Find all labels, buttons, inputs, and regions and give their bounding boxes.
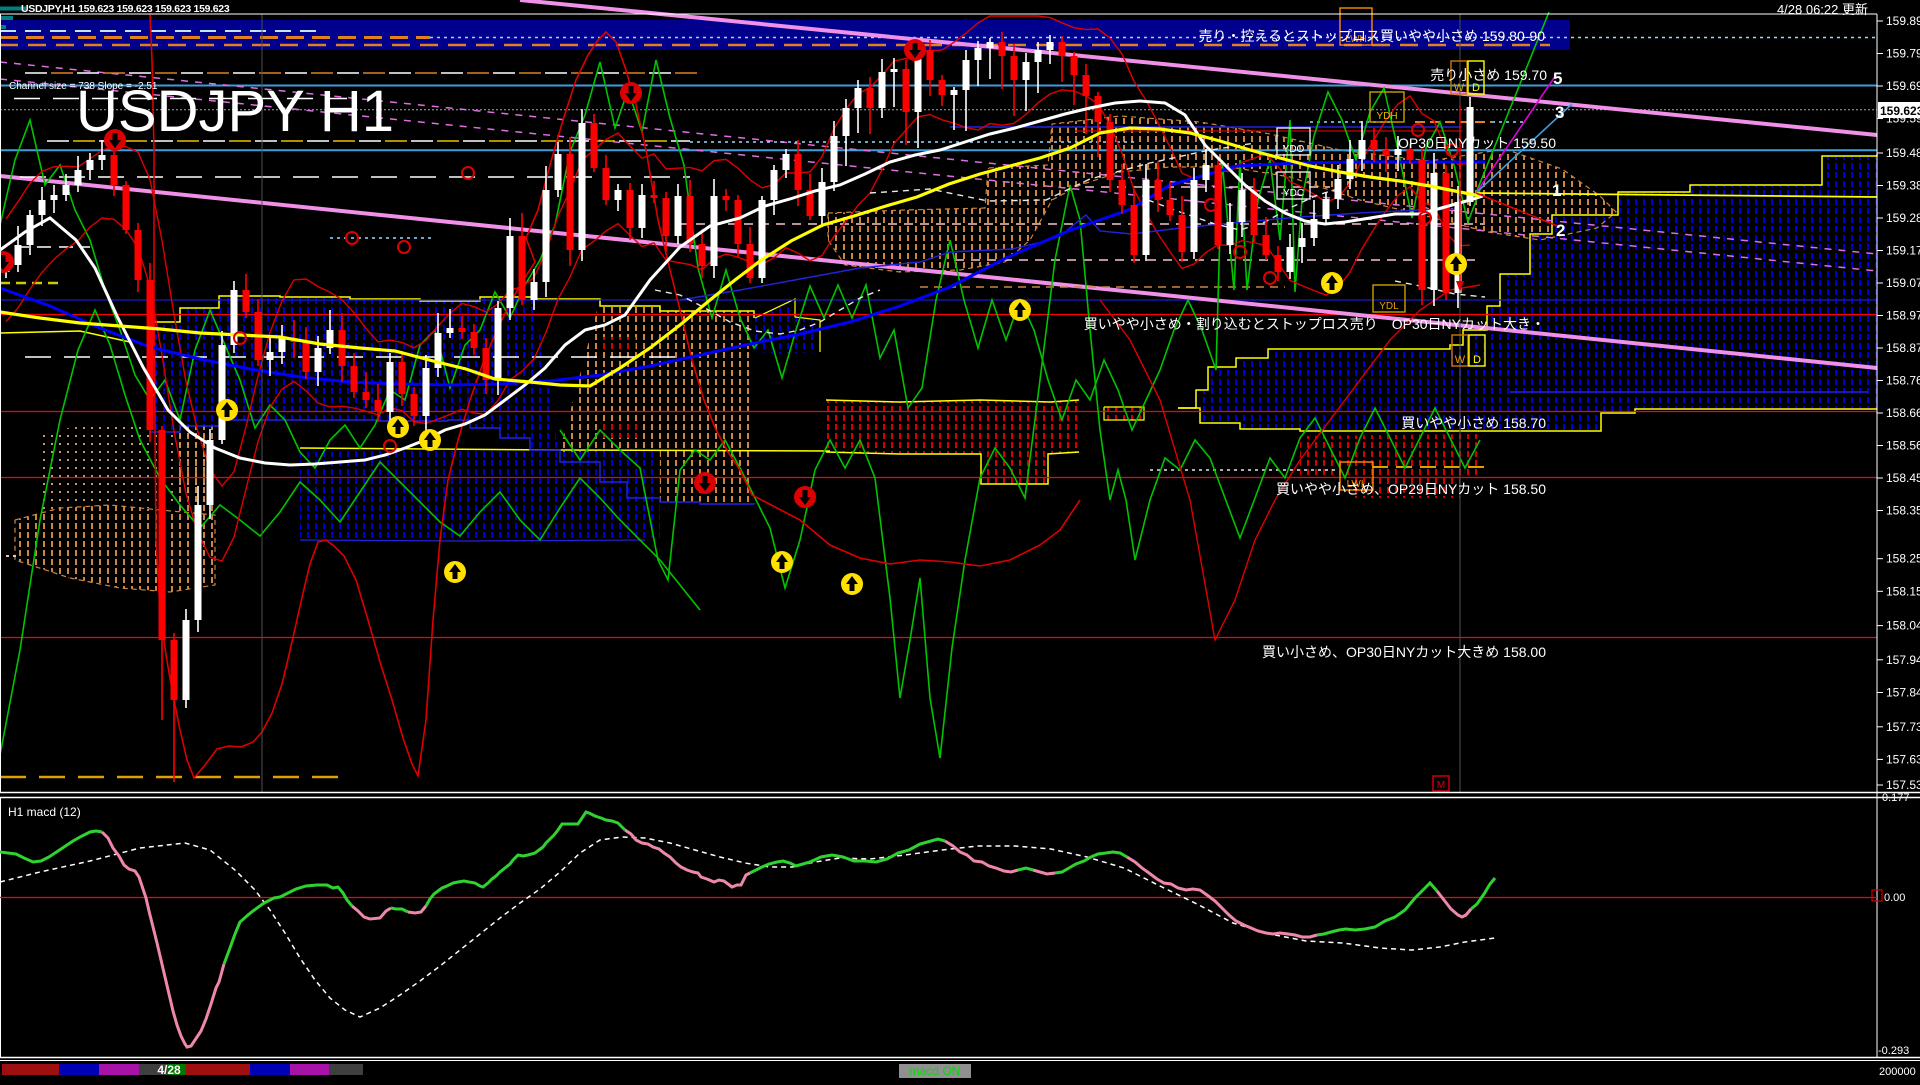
svg-text:158.870: 158.870 (1886, 341, 1920, 355)
svg-text:157.940: 157.940 (1886, 653, 1920, 667)
svg-text:159.623: 159.623 (1880, 104, 1920, 118)
svg-text:YDO: YDO (1283, 144, 1305, 155)
svg-text:YDH: YDH (1376, 111, 1397, 122)
svg-text:M: M (1437, 780, 1445, 791)
svg-text:買いやや小さめ・割り込むとストップロス売り OP30日NYカ: 買いやや小さめ・割り込むとストップロス売り OP30日NYカット大き・ (1084, 316, 1545, 332)
svg-text:5: 5 (1553, 69, 1562, 88)
svg-text:159.690: 159.690 (1886, 79, 1920, 93)
svg-text:0.00: 0.00 (1884, 892, 1905, 904)
svg-text:W: W (1455, 354, 1466, 366)
svg-text:158.045: 158.045 (1886, 619, 1920, 633)
svg-text:H1 macd (12): H1 macd (12) (8, 805, 81, 819)
svg-text:4/28 06:22 更新: 4/28 06:22 更新 (1777, 2, 1868, 17)
svg-text:YDL: YDL (1379, 301, 1399, 312)
svg-text:159.895: 159.895 (1886, 14, 1920, 28)
svg-text:159.280: 159.280 (1886, 211, 1920, 225)
svg-text:158.355: 158.355 (1886, 504, 1920, 518)
svg-text:159.485: 159.485 (1886, 146, 1920, 160)
svg-text:D: D (1472, 82, 1480, 94)
svg-text:macd ON: macd ON (910, 1064, 961, 1078)
svg-text:157.635: 157.635 (1886, 752, 1920, 766)
svg-text:YDC: YDC (1283, 188, 1304, 199)
svg-text:159.795: 159.795 (1886, 47, 1920, 61)
svg-text:158.560: 158.560 (1886, 439, 1920, 453)
svg-text:0.177: 0.177 (1882, 792, 1910, 804)
svg-text:売り小さめ 159.70: 売り小さめ 159.70 (1430, 67, 1547, 83)
svg-text:売り・控えるとストップロス買いやや小さめ 159.80-90: 売り・控えるとストップロス買いやや小さめ 159.80-90 (1198, 28, 1545, 44)
svg-text:200000: 200000 (1879, 1066, 1916, 1078)
svg-text:3: 3 (1555, 103, 1564, 122)
svg-text:157.530: 157.530 (1886, 778, 1920, 792)
svg-text:158.970: 158.970 (1886, 309, 1920, 323)
svg-text:159.075: 159.075 (1886, 276, 1920, 290)
svg-text:D: D (1473, 354, 1481, 366)
svg-text:Channel size = 738 Slope = -2.: Channel size = 738 Slope = -2.51 (9, 81, 158, 92)
svg-text:買い小さめ、OP30日NYカット大きめ 158.00: 買い小さめ、OP30日NYカット大きめ 158.00 (1262, 644, 1546, 660)
svg-text:158.765: 158.765 (1886, 374, 1920, 388)
svg-text:158.150: 158.150 (1886, 584, 1920, 598)
svg-text:157.840: 157.840 (1886, 686, 1920, 700)
svg-text:157.735: 157.735 (1886, 720, 1920, 734)
svg-text:159.175: 159.175 (1886, 244, 1920, 258)
svg-text:買いやや小さめ、OP29日NYカット 158.50: 買いやや小さめ、OP29日NYカット 158.50 (1276, 481, 1546, 497)
svg-text:158.250: 158.250 (1886, 552, 1920, 566)
svg-text:買いやや小さめ 158.70: 買いやや小さめ 158.70 (1401, 415, 1546, 431)
svg-text:4/28: 4/28 (157, 1063, 181, 1077)
svg-text:-0.293: -0.293 (1878, 1045, 1909, 1057)
svg-text:OP30日NYカット 159.50: OP30日NYカット 159.50 (1398, 135, 1556, 151)
svg-text:159.385: 159.385 (1886, 179, 1920, 193)
svg-text:2: 2 (1556, 221, 1565, 240)
svg-text:W: W (1454, 82, 1465, 94)
svg-text:1: 1 (1552, 181, 1561, 200)
svg-text:158.455: 158.455 (1886, 471, 1920, 485)
svg-text:USDJPY,H1 159.623 159.623 159: USDJPY,H1 159.623 159.623 159.623 159.62… (21, 3, 230, 15)
svg-text:158.660: 158.660 (1886, 406, 1920, 420)
